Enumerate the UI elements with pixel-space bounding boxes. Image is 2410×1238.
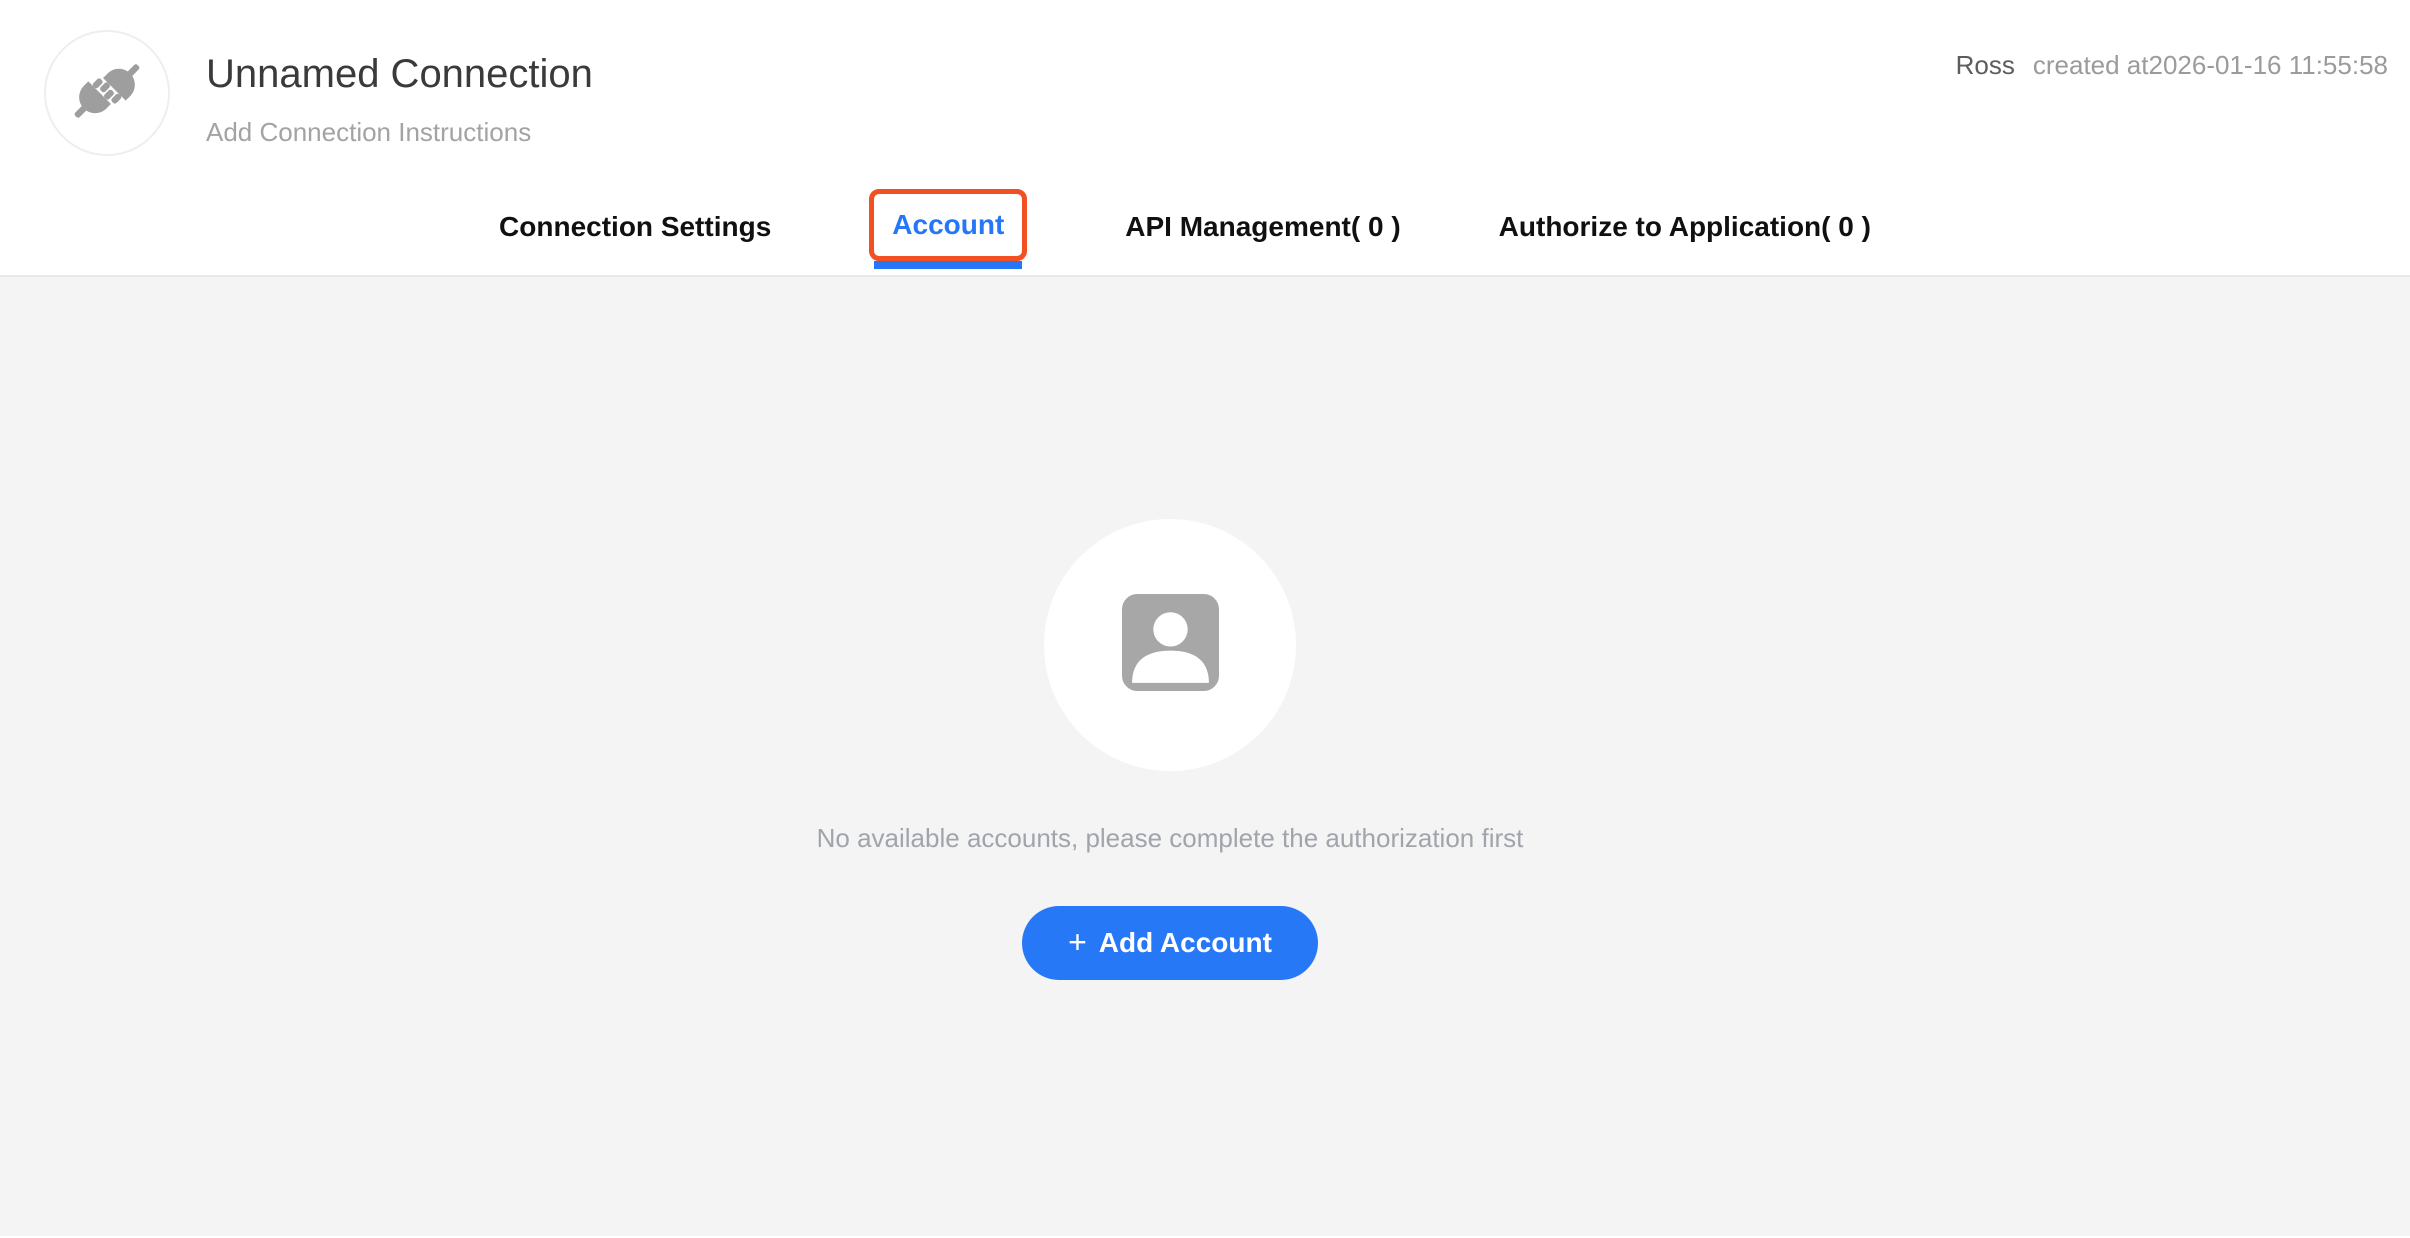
plug-icon (67, 51, 147, 136)
tab-api-management[interactable]: API Management( 0 ) (1125, 211, 1400, 243)
tab-connection-settings[interactable]: Connection Settings (499, 211, 771, 243)
connection-header: Unnamed Connection Add Connection Instru… (0, 0, 2410, 277)
plus-icon: + (1068, 924, 1087, 961)
user-icon (1122, 594, 1219, 696)
add-account-button-label: Add Account (1099, 927, 1272, 959)
account-placeholder (1044, 519, 1296, 771)
created-at-time: 2026-01-16 11:55:58 (2149, 50, 2389, 80)
add-account-button[interactable]: + Add Account (1022, 906, 1318, 980)
owner-name: Ross (1956, 50, 2015, 81)
tab-bar: Connection Settings Account API Manageme… (0, 179, 2410, 275)
created-at-label: created at (2033, 50, 2149, 80)
connection-meta: Ross created at2026-01-16 11:55:58 (1956, 50, 2388, 81)
created-at: created at2026-01-16 11:55:58 (2033, 50, 2388, 81)
connection-title[interactable]: Unnamed Connection (206, 52, 593, 97)
tab-account[interactable]: Account (869, 189, 1027, 261)
empty-state-message: No available accounts, please complete t… (817, 823, 1524, 854)
account-tab-panel: No available accounts, please complete t… (0, 277, 2410, 1236)
connection-subtitle[interactable]: Add Connection Instructions (206, 117, 593, 148)
connection-avatar (44, 30, 170, 156)
title-block: Unnamed Connection Add Connection Instru… (206, 52, 593, 148)
tab-authorize-to-application[interactable]: Authorize to Application( 0 ) (1499, 211, 1871, 243)
